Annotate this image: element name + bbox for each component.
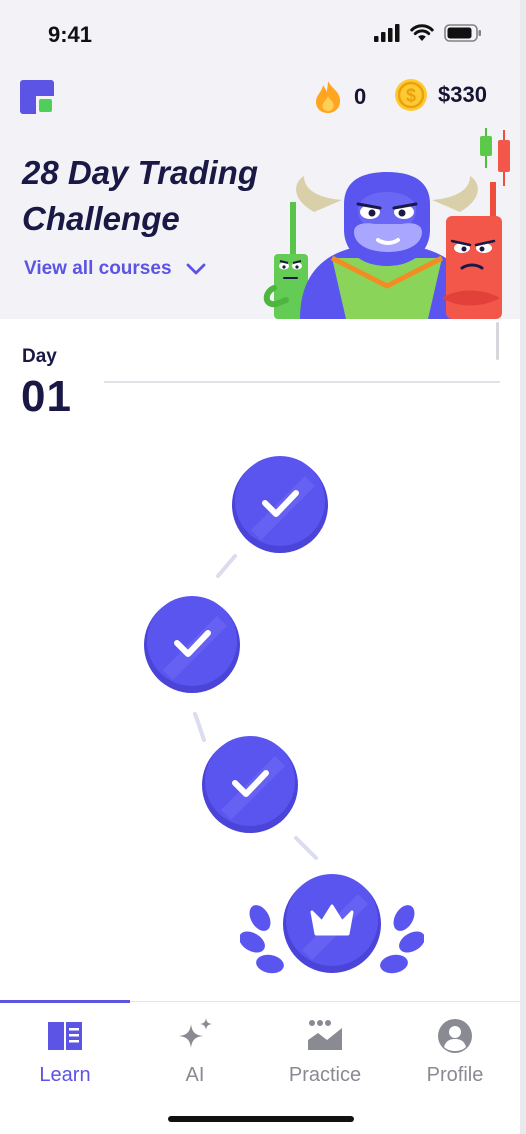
crown-milestone-node[interactable] bbox=[240, 872, 424, 984]
status-time: 9:41 bbox=[48, 22, 93, 47]
status-bar: 9:41 bbox=[0, 0, 520, 66]
chart-mountain-icon bbox=[308, 1020, 342, 1050]
day-divider bbox=[104, 381, 500, 383]
wifi-icon bbox=[410, 24, 434, 41]
home-indicator[interactable] bbox=[168, 1116, 354, 1122]
course-title: 28 Day Trading Challenge bbox=[22, 154, 258, 237]
svg-text:$: $ bbox=[406, 86, 416, 106]
tab-practice[interactable]: Practice bbox=[260, 1010, 390, 1092]
tab-ai[interactable]: AI bbox=[130, 1010, 260, 1092]
chevron-down-icon bbox=[186, 263, 205, 275]
battery-icon bbox=[444, 24, 481, 42]
candlestick-decoration bbox=[480, 128, 510, 186]
book-icon bbox=[48, 1022, 82, 1050]
mascot-illustration bbox=[263, 128, 510, 319]
tab-learn-label: Learn bbox=[39, 1064, 91, 1086]
person-icon bbox=[438, 1019, 472, 1053]
coin-balance[interactable]: $ $330 bbox=[394, 78, 487, 112]
course-header: 0 $ $330 28 Day Trading Challenge View a… bbox=[0, 66, 520, 319]
streak-count: 0 bbox=[354, 84, 367, 109]
status-icons bbox=[374, 24, 482, 42]
tab-practice-label: Practice bbox=[288, 1064, 362, 1086]
signal-icon bbox=[374, 24, 400, 42]
window-edge bbox=[520, 0, 526, 1134]
streak-counter[interactable]: 0 bbox=[314, 80, 366, 114]
tab-profile-label: Profile bbox=[426, 1064, 484, 1086]
lesson-node-completed[interactable] bbox=[231, 456, 329, 554]
scrollbar[interactable] bbox=[496, 322, 499, 360]
lesson-node-completed[interactable] bbox=[143, 596, 241, 694]
lesson-node-completed[interactable] bbox=[201, 736, 299, 834]
tab-profile[interactable]: Profile bbox=[390, 1010, 520, 1092]
view-all-courses-label: View all courses bbox=[24, 258, 172, 279]
bottom-tab-bar: Learn AI Practice Profile bbox=[0, 1000, 520, 1134]
dollar-coin-icon: $ bbox=[395, 79, 427, 111]
active-tab-indicator bbox=[0, 1000, 130, 1003]
coins-amount: $330 bbox=[438, 82, 487, 107]
day-label: Day bbox=[22, 346, 57, 367]
sparkle-icon bbox=[179, 1018, 212, 1048]
tab-learn[interactable]: Learn bbox=[0, 1010, 130, 1092]
tab-ai-label: AI bbox=[185, 1064, 205, 1086]
app-screen: 9:41 0 $ $330 28 Day Trading Challenge V… bbox=[0, 0, 526, 1134]
app-logo-icon[interactable] bbox=[20, 80, 54, 114]
flame-icon bbox=[316, 81, 341, 113]
view-all-courses-button[interactable]: View all courses bbox=[24, 258, 206, 280]
day-number: 01 bbox=[21, 372, 72, 421]
